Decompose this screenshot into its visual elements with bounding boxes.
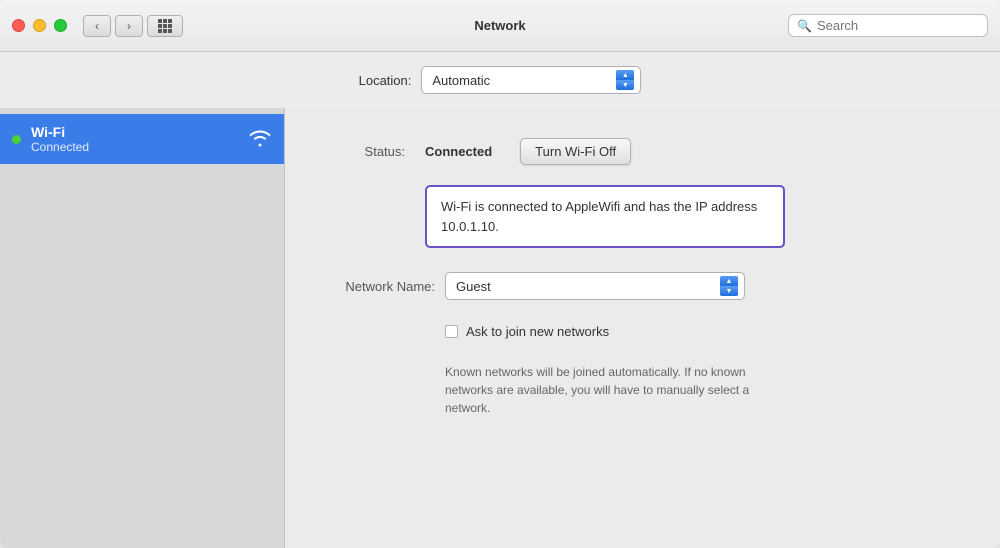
forward-icon: › [127,19,131,33]
zoom-button[interactable] [54,19,67,32]
wifi-icon [248,127,272,152]
info-text: Wi-Fi is connected to AppleWifi and has … [441,199,757,234]
ask-join-label: Ask to join new networks [466,324,609,339]
window: ‹ › Network 🔍 Location: Automatic [0,0,1000,548]
traffic-lights [12,19,67,32]
search-input[interactable] [817,18,979,33]
sidebar: Wi-Fi Connected [0,108,285,548]
location-value: Automatic [432,73,612,88]
grid-view-button[interactable] [147,15,183,37]
network-name-row: Network Name: Guest ▲ ▼ [325,272,960,300]
minimize-button[interactable] [33,19,46,32]
network-stepper-down[interactable]: ▼ [720,286,738,296]
sidebar-item-wifi[interactable]: Wi-Fi Connected [0,114,284,164]
status-dot-wifi [12,135,21,144]
network-name-label: Network Name: [325,279,435,294]
status-value: Connected [425,144,492,159]
back-icon: ‹ [95,19,99,33]
forward-button[interactable]: › [115,15,143,37]
back-button[interactable]: ‹ [83,15,111,37]
ask-join-checkbox[interactable] [445,325,458,338]
sidebar-item-status-wifi: Connected [31,140,238,154]
network-name-value: Guest [456,279,716,294]
location-bar: Location: Automatic ▲ ▼ [0,52,1000,108]
location-select[interactable]: Automatic ▲ ▼ [421,66,641,94]
info-box: Wi-Fi is connected to AppleWifi and has … [425,185,785,248]
location-stepper-up[interactable]: ▲ [616,70,634,80]
search-icon: 🔍 [797,19,812,33]
location-stepper[interactable]: ▲ ▼ [616,70,634,90]
location-label: Location: [359,73,412,88]
turn-wifi-button[interactable]: Turn Wi-Fi Off [520,138,631,165]
search-box[interactable]: 🔍 [788,14,988,37]
main-content: Wi-Fi Connected Status: Connected [0,108,1000,548]
known-networks-description: Known networks will be joined automatica… [445,363,765,417]
right-panel: Status: Connected Turn Wi-Fi Off Wi-Fi i… [285,108,1000,548]
ask-join-row: Ask to join new networks [445,324,960,339]
grid-icon [158,19,172,33]
close-button[interactable] [12,19,25,32]
status-label: Status: [325,144,405,159]
nav-buttons: ‹ › [83,15,143,37]
sidebar-item-name-wifi: Wi-Fi [31,124,238,140]
window-title: Network [474,18,525,33]
titlebar: ‹ › Network 🔍 [0,0,1000,52]
status-row: Status: Connected Turn Wi-Fi Off [325,138,960,165]
network-stepper[interactable]: ▲ ▼ [720,276,738,296]
sidebar-item-info-wifi: Wi-Fi Connected [31,124,238,154]
location-stepper-down[interactable]: ▼ [616,80,634,90]
network-stepper-up[interactable]: ▲ [720,276,738,286]
network-name-select[interactable]: Guest ▲ ▼ [445,272,745,300]
